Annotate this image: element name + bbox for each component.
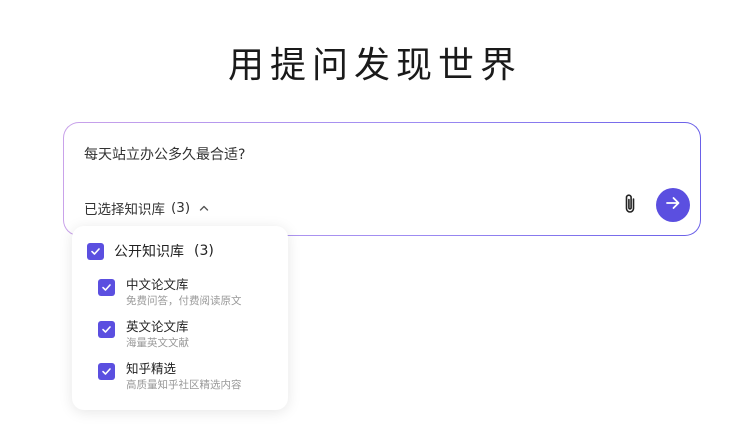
page: 用提问发现世界 每天站立办公多久最合适? 已选择知识库 (3) 公开知识库 (3…	[0, 0, 750, 448]
checkbox-checked-icon[interactable]	[87, 242, 104, 260]
kb-item-description: 海量英文文献	[126, 337, 189, 349]
kb-group-public[interactable]: 公开知识库 (3)	[87, 241, 214, 261]
knowledge-base-dropdown: 公开知识库 (3) 中文论文库 免费问答，付费阅读原文 英文论文库 海量英文文献	[72, 226, 288, 410]
kb-item-name: 中文论文库	[126, 277, 189, 292]
kb-item[interactable]: 知乎精选 高质量知乎社区精选内容	[98, 360, 242, 393]
kb-item[interactable]: 英文论文库 海量英文文献	[98, 318, 189, 351]
kb-group-label: 公开知识库	[114, 244, 184, 260]
kb-item-name: 知乎精选	[126, 361, 177, 376]
checkbox-checked-icon[interactable]	[98, 363, 115, 380]
search-box[interactable]: 每天站立办公多久最合适? 已选择知识库 (3)	[63, 122, 701, 236]
kb-selector-count: (3)	[171, 200, 191, 216]
kb-group-count: (3)	[194, 243, 214, 259]
checkbox-checked-icon[interactable]	[98, 279, 115, 296]
checkbox-checked-icon[interactable]	[98, 321, 115, 338]
send-button[interactable]	[656, 188, 690, 222]
search-input[interactable]: 每天站立办公多久最合适?	[84, 144, 245, 164]
chevron-up-icon	[198, 202, 210, 214]
kb-item[interactable]: 中文论文库 免费问答，付费阅读原文	[98, 276, 242, 309]
paperclip-icon	[620, 193, 640, 219]
kb-item-description: 免费问答，付费阅读原文	[126, 295, 242, 307]
attach-button[interactable]	[617, 193, 643, 219]
kb-item-description: 高质量知乎社区精选内容	[126, 379, 242, 391]
knowledge-base-selector[interactable]: 已选择知识库 (3)	[84, 198, 210, 218]
kb-selector-label: 已选择知识库	[84, 202, 165, 218]
arrow-right-icon	[664, 194, 682, 216]
page-title: 用提问发现世界	[227, 45, 522, 86]
kb-item-name: 英文论文库	[126, 319, 189, 334]
